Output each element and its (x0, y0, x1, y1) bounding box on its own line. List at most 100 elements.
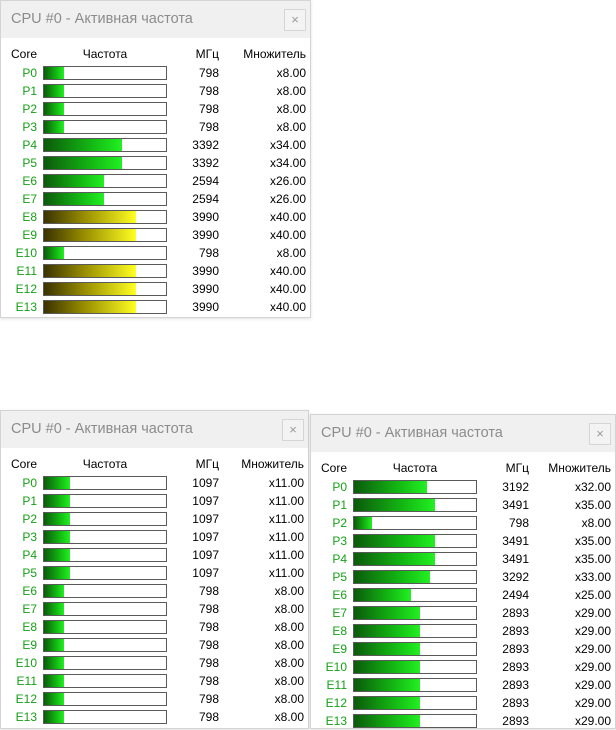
mhz-value: 3990 (192, 300, 219, 314)
frequency-bar (43, 300, 167, 314)
mhz-value: 3392 (192, 156, 219, 170)
core-label: P4 (22, 138, 37, 152)
multiplier-value: x8.00 (276, 246, 306, 260)
multiplier-value: x26.00 (269, 192, 306, 206)
multiplier-value: x11.00 (268, 530, 304, 544)
multiplier-value: x8.00 (276, 84, 306, 98)
header-frequency: Частота (82, 47, 128, 61)
multiplier-value: x40.00 (269, 210, 306, 224)
frequency-window-3: CPU #0 - Активная частота × Core Частота… (310, 414, 616, 729)
mhz-value: 798 (198, 120, 219, 134)
mhz-value: 798 (198, 692, 219, 706)
mhz-value: 798 (198, 656, 219, 670)
core-row: E6 798 x8.00 (1, 582, 308, 600)
core-label: P0 (22, 66, 37, 80)
multiplier-value: x8.00 (276, 66, 306, 80)
window-title: CPU #0 - Активная частота (11, 421, 193, 437)
frequency-bar (353, 588, 477, 602)
core-row: E10 798 x8.00 (1, 244, 310, 262)
frequency-bar (43, 512, 167, 526)
core-row: P3 798 x8.00 (1, 118, 310, 136)
frequency-bar (353, 606, 477, 620)
frequency-bar-fill (44, 639, 64, 651)
titlebar[interactable]: CPU #0 - Активная частота × (311, 415, 615, 452)
multiplier-value: x29.00 (574, 678, 611, 692)
core-row: E8 2893 x29.00 (311, 622, 615, 640)
mhz-value: 2893 (502, 624, 529, 638)
mhz-value: 2893 (502, 678, 529, 692)
close-icon[interactable]: × (589, 423, 611, 445)
frequency-bar (43, 282, 167, 296)
frequency-bar-fill (354, 679, 420, 691)
multiplier-value: x8.00 (274, 674, 304, 688)
core-label: E9 (332, 642, 347, 656)
core-row: P5 1097 x11.00 (1, 564, 308, 582)
table-header: Core Частота МГц Множитель (311, 460, 615, 478)
core-label: E7 (22, 602, 37, 616)
core-label: E6 (22, 584, 37, 598)
frequency-bar (43, 246, 167, 260)
core-label: E8 (22, 620, 37, 634)
frequency-bar (43, 692, 167, 706)
mhz-value: 798 (508, 516, 529, 530)
titlebar[interactable]: CPU #0 - Активная частота × (1, 411, 308, 448)
frequency-window-2: CPU #0 - Активная частота × Core Частота… (0, 410, 309, 729)
mhz-value: 3990 (192, 264, 219, 278)
core-label: E7 (332, 606, 347, 620)
core-row: E6 2494 x25.00 (311, 586, 615, 604)
frequency-bar-fill (354, 535, 435, 547)
close-icon[interactable]: × (284, 9, 306, 31)
core-label: P5 (22, 566, 37, 580)
core-row: E6 2594 x26.00 (1, 172, 310, 190)
multiplier-value: x34.00 (269, 156, 306, 170)
core-label: E9 (22, 228, 37, 242)
core-row: P5 3392 x34.00 (1, 154, 310, 172)
core-label: E13 (15, 710, 37, 724)
frequency-bar-fill (354, 697, 420, 709)
multiplier-value: x11.00 (268, 512, 304, 526)
multiplier-value: x8.00 (274, 710, 304, 724)
core-row: P3 3491 x35.00 (311, 532, 615, 550)
frequency-bar (353, 480, 477, 494)
frequency-bar (43, 620, 167, 634)
multiplier-value: x8.00 (276, 102, 306, 116)
close-icon[interactable]: × (282, 419, 304, 441)
multiplier-value: x35.00 (574, 552, 611, 566)
mhz-value: 798 (198, 102, 219, 116)
frequency-bar (43, 66, 167, 80)
frequency-bar (353, 624, 477, 638)
mhz-value: 798 (198, 584, 219, 598)
frequency-bar (43, 192, 167, 206)
titlebar[interactable]: CPU #0 - Активная частота × (1, 1, 310, 38)
mhz-value: 3990 (192, 228, 219, 242)
multiplier-value: x35.00 (574, 534, 611, 548)
header-core: Core (321, 461, 348, 475)
mhz-value: 2594 (192, 192, 219, 206)
multiplier-value: x8.00 (274, 692, 304, 706)
frequency-bar-fill (44, 513, 70, 525)
frequency-bar (353, 642, 477, 656)
core-row: P2 798 x8.00 (1, 100, 310, 118)
frequency-bar-fill (44, 229, 136, 241)
core-row: E12 798 x8.00 (1, 690, 308, 708)
frequency-bar-fill (354, 625, 420, 637)
core-row: E7 2594 x26.00 (1, 190, 310, 208)
frequency-bar-fill (44, 711, 64, 723)
frequency-bar (43, 476, 167, 490)
mhz-value: 798 (198, 638, 219, 652)
core-label: P1 (332, 498, 347, 512)
core-label: E12 (325, 696, 347, 710)
header-core: Core (11, 47, 38, 61)
frequency-bar (43, 494, 167, 508)
frequency-bar-fill (354, 715, 420, 727)
core-label: E11 (16, 264, 37, 278)
core-label: E11 (326, 678, 347, 692)
frequency-bar-fill (354, 643, 420, 655)
mhz-value: 1097 (192, 566, 219, 580)
frequency-bar-fill (354, 571, 430, 583)
frequency-bar (353, 714, 477, 728)
core-row: E8 3990 x40.00 (1, 208, 310, 226)
core-label: P0 (22, 476, 37, 490)
frequency-bar-fill (44, 211, 136, 223)
frequency-bar-fill (44, 477, 70, 489)
